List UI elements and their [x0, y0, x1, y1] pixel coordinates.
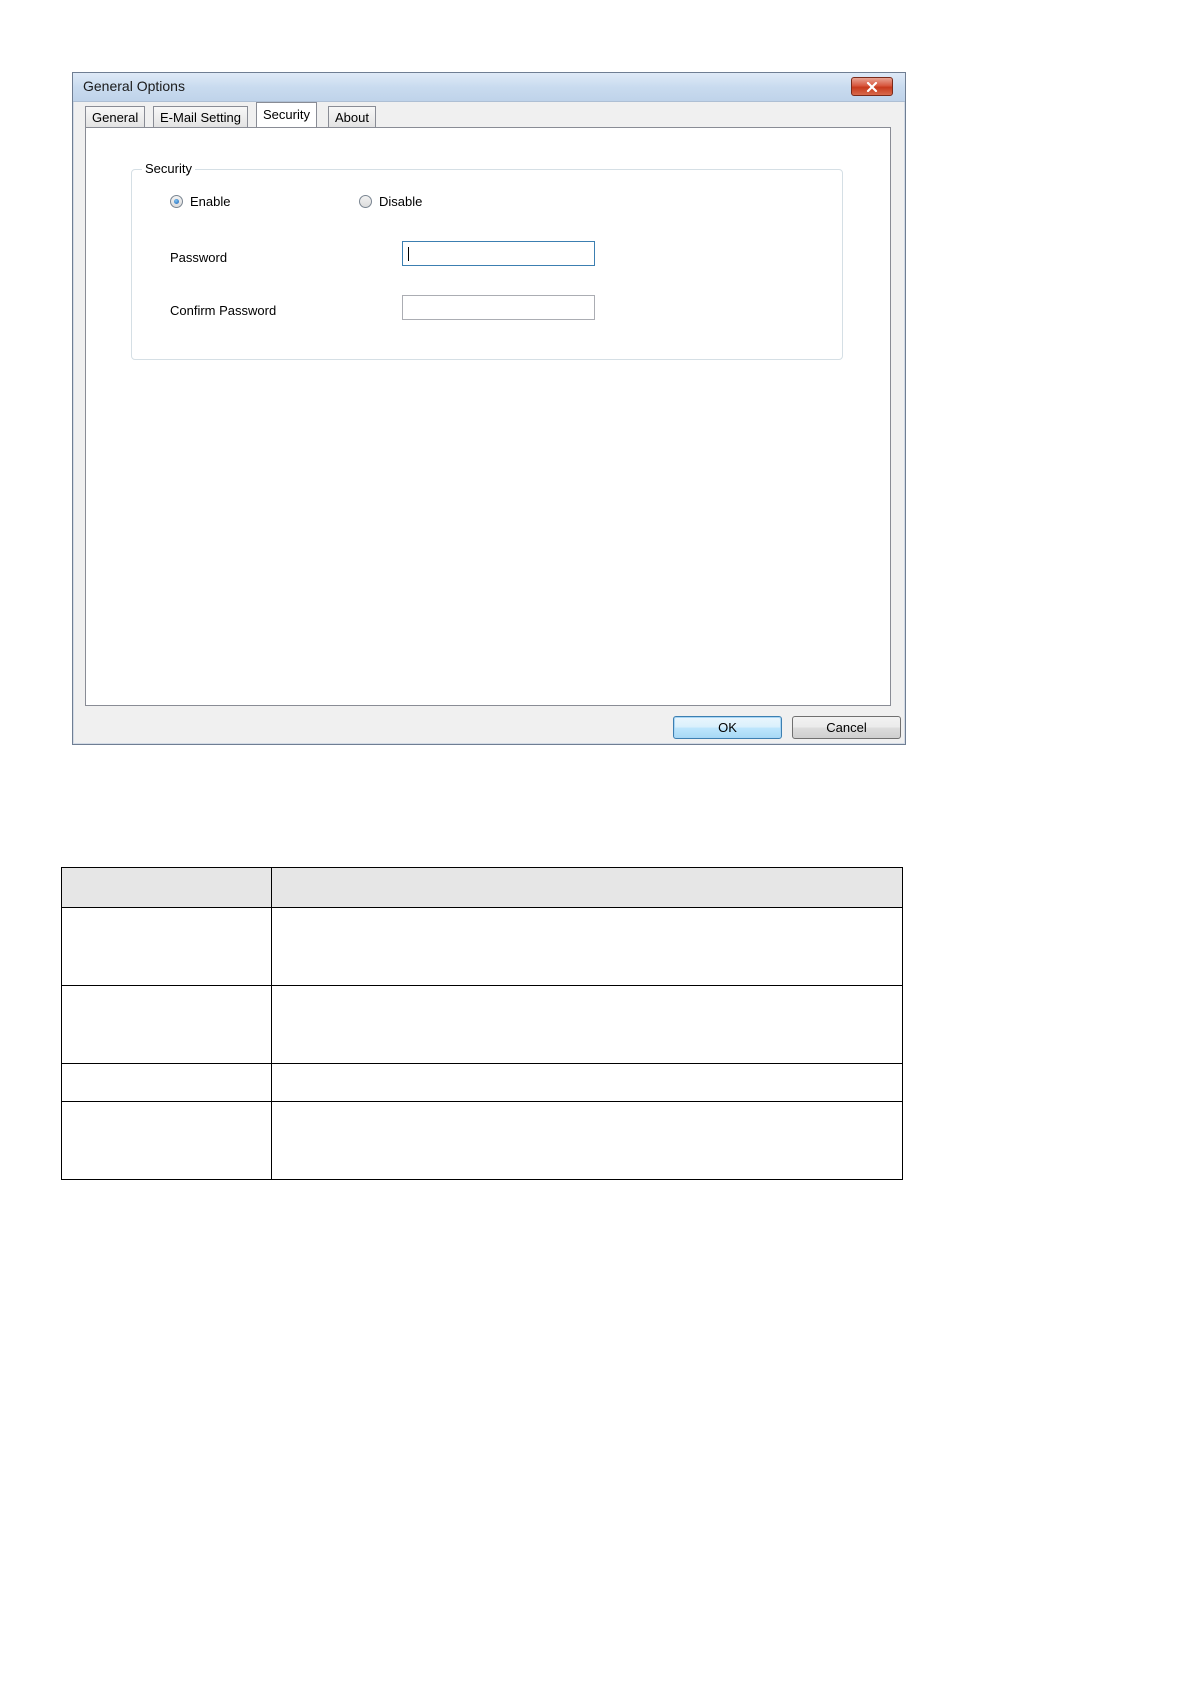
window-title: General Options: [83, 78, 185, 94]
cancel-button[interactable]: Cancel: [792, 716, 901, 739]
password-label: Password: [170, 250, 228, 265]
text-caret: [408, 247, 409, 261]
tab-security[interactable]: Security: [256, 102, 317, 127]
table-cell: [271, 907, 903, 986]
table-cell: [61, 1063, 272, 1102]
table-header-cell: [61, 867, 272, 908]
password-field[interactable]: [402, 241, 595, 266]
confirm-password-label: Confirm Password: [170, 303, 277, 318]
security-groupbox: Security Enable Disable Password Confirm…: [131, 161, 843, 360]
ok-button[interactable]: OK: [673, 716, 782, 739]
title-bar[interactable]: General Options: [73, 73, 905, 102]
table-cell: [271, 1063, 903, 1102]
table-header-cell: [271, 867, 903, 908]
security-group-label: Security: [142, 161, 195, 176]
enable-radio-option[interactable]: Enable: [170, 194, 230, 209]
confirm-password-field[interactable]: [402, 295, 595, 320]
table-row: [61, 985, 903, 1064]
table-row: [61, 907, 903, 986]
description-table: [61, 867, 903, 1180]
table-header-row: [61, 867, 903, 908]
table-cell: [61, 907, 272, 986]
disable-radio-option[interactable]: Disable: [359, 194, 422, 209]
table-cell: [271, 985, 903, 1064]
general-options-dialog: General Options General E-Mail Setting S…: [72, 72, 906, 745]
table-cell: [271, 1101, 903, 1180]
close-button[interactable]: [851, 77, 893, 96]
table-cell: [61, 1101, 272, 1180]
close-icon: [866, 81, 878, 92]
tab-email-setting[interactable]: E-Mail Setting: [153, 106, 248, 127]
table-cell: [61, 985, 272, 1064]
table-row: [61, 1063, 903, 1102]
disable-label: Disable: [379, 194, 423, 209]
disable-radio-button[interactable]: [359, 195, 372, 208]
enable-radio-button[interactable]: [170, 195, 183, 208]
tab-general[interactable]: General: [85, 106, 146, 127]
table-row: [61, 1101, 903, 1180]
enable-label: Enable: [190, 194, 231, 209]
tab-about[interactable]: About: [328, 106, 376, 127]
security-tab-panel: Security Enable Disable Password Confirm…: [85, 127, 891, 706]
